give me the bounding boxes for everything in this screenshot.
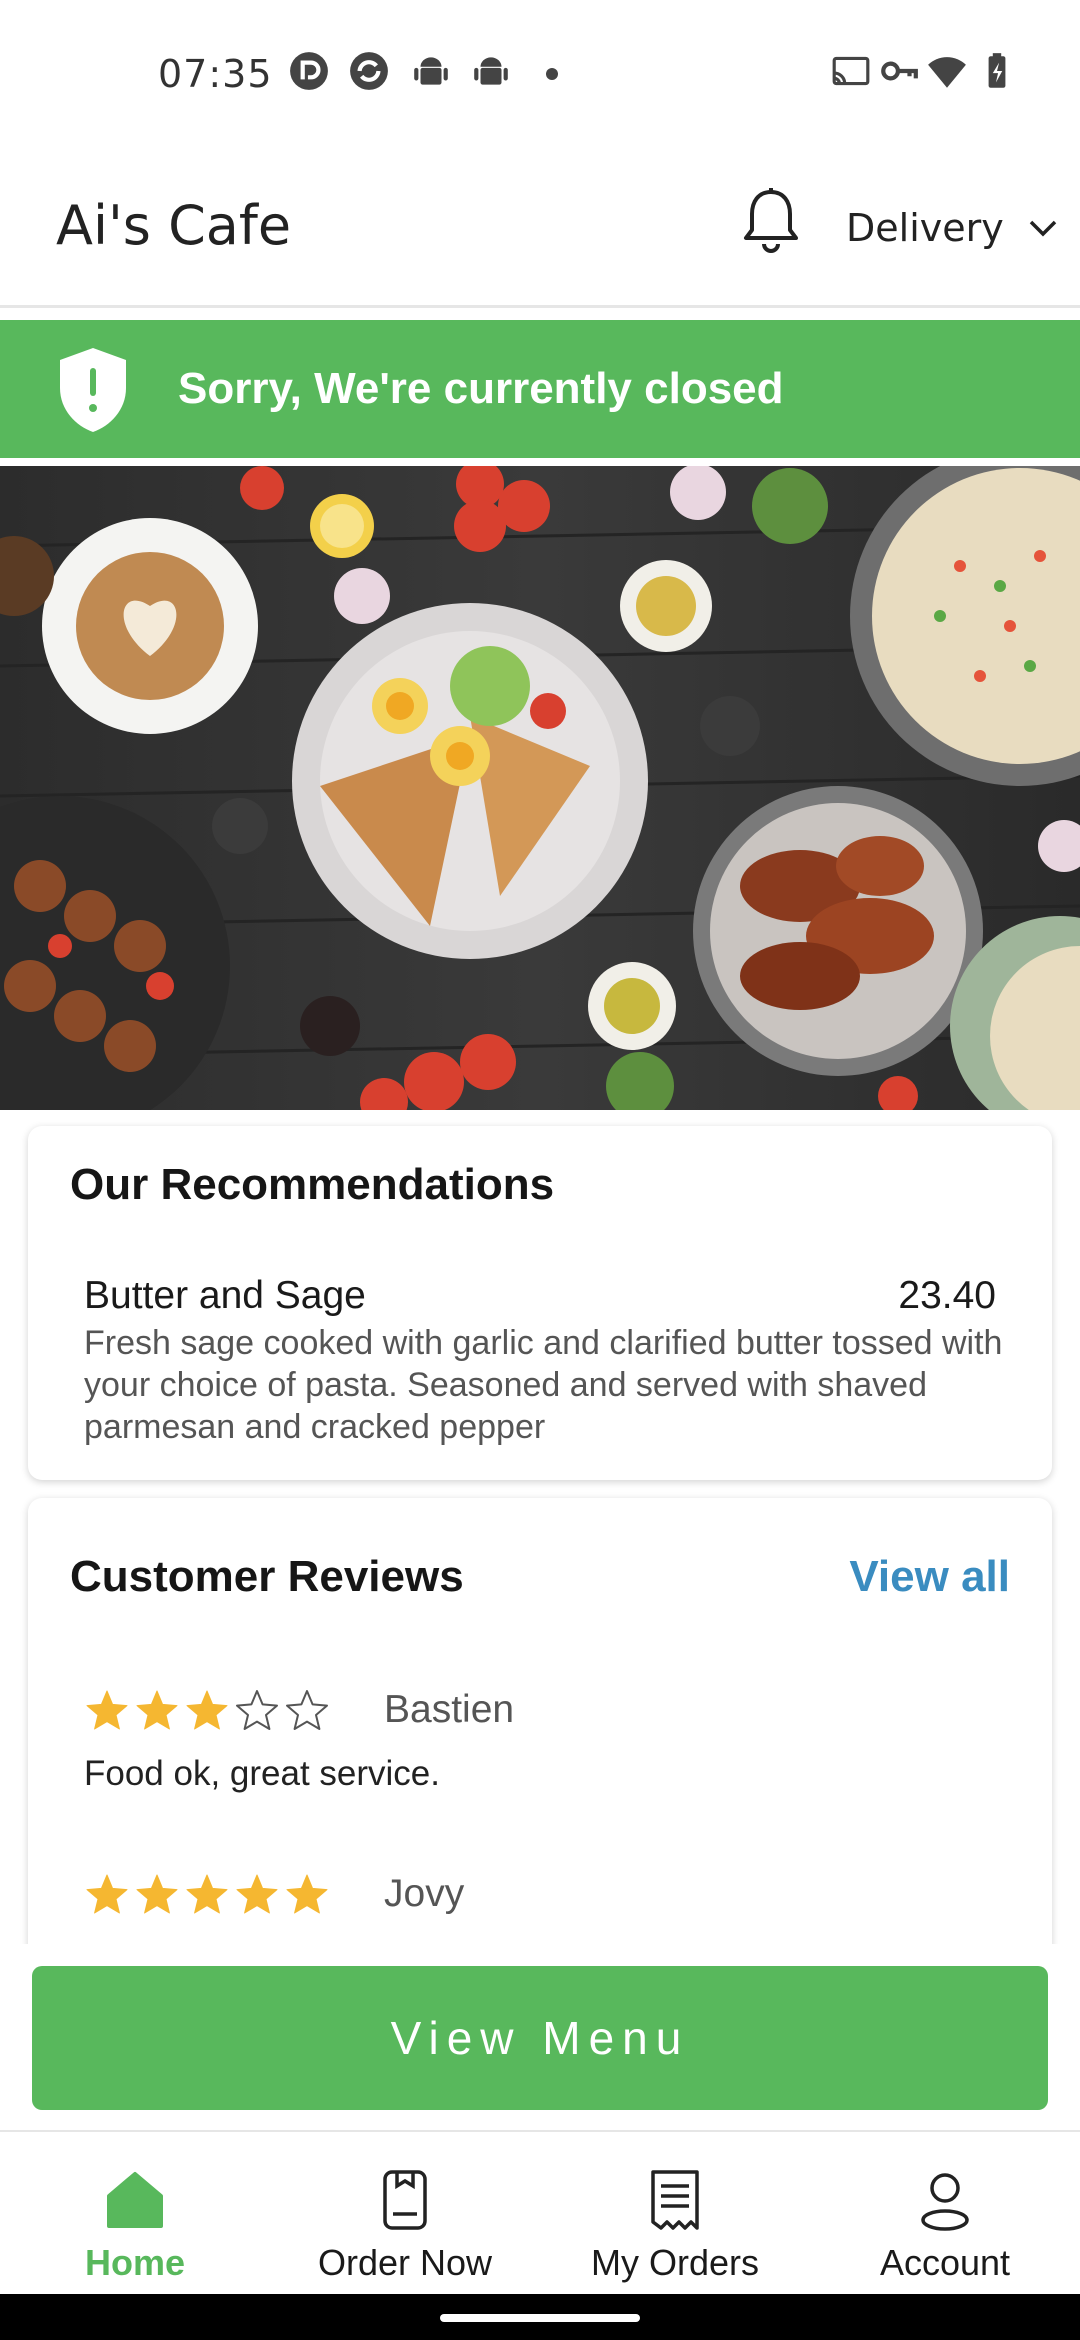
review-item: Jovy <box>84 1872 464 1918</box>
star-filled-icon <box>186 1690 228 1730</box>
nav-my-orders[interactable]: My Orders <box>540 2132 810 2294</box>
status-time: 07:35 <box>158 52 273 96</box>
notification-dot <box>546 68 558 80</box>
star-filled-icon <box>186 1874 228 1914</box>
order-now-icon <box>383 2170 427 2230</box>
star-empty-icon <box>236 1690 278 1730</box>
nav-label: My Orders <box>590 2242 759 2283</box>
wifi-icon <box>928 57 966 88</box>
status-bar: 07:35 <box>0 0 1080 150</box>
star-filled-icon <box>86 1874 128 1914</box>
pocketcasts-icon <box>290 52 328 90</box>
app-header: Ai's Cafe Delivery <box>0 150 1080 308</box>
view-menu-bar: View Menu <box>0 1944 1080 2130</box>
nav-order-now[interactable]: Order Now <box>270 2132 540 2294</box>
receipt-icon <box>651 2170 699 2230</box>
vpn-key-icon <box>881 61 918 81</box>
star-rating <box>84 1872 330 1918</box>
star-rating <box>84 1688 330 1734</box>
reviews-card: Customer Reviews View all Bastien Food o… <box>28 1498 1052 1998</box>
nav-label: Account <box>879 2242 1011 2283</box>
nav-home[interactable]: Home <box>0 2132 270 2294</box>
view-menu-button[interactable]: View Menu <box>32 1966 1048 2110</box>
item-description: Fresh sage cooked with garlic and clarif… <box>84 1324 1003 1446</box>
nav-label: Order Now <box>317 2242 493 2283</box>
gesture-bar <box>0 2294 1080 2340</box>
battery-charging-icon <box>988 53 1006 88</box>
reviewer-name: Jovy <box>384 1872 465 1915</box>
reviews-title: Customer Reviews <box>70 1552 464 1601</box>
chevron-down-icon <box>1029 220 1056 237</box>
home-icon <box>107 2172 163 2228</box>
hero-food-image <box>0 466 1080 1110</box>
delivery-label: Delivery <box>846 206 1004 250</box>
star-empty-icon <box>286 1690 328 1730</box>
nav-label: Home <box>84 2242 186 2283</box>
gesture-handle[interactable] <box>440 2314 640 2322</box>
cast-icon <box>832 56 870 86</box>
app-title: Ai's Cafe <box>56 194 292 257</box>
star-filled-icon <box>286 1874 328 1914</box>
closed-message: Sorry, We're currently closed <box>178 364 784 413</box>
recommendations-card: Our Recommendations Butter and Sage 23.4… <box>28 1126 1052 1480</box>
star-filled-icon <box>86 1690 128 1730</box>
star-filled-icon <box>136 1690 178 1730</box>
item-price: 23.40 <box>898 1274 996 1317</box>
delivery-selector[interactable]: Delivery <box>846 206 1058 250</box>
bell-icon[interactable] <box>740 186 802 258</box>
android-icon <box>414 57 448 85</box>
account-icon <box>921 2173 969 2231</box>
item-name: Butter and Sage <box>84 1274 366 1317</box>
recommendations-title: Our Recommendations <box>70 1160 555 1209</box>
closed-banner: Sorry, We're currently closed <box>0 320 1080 458</box>
star-filled-icon <box>136 1874 178 1914</box>
review-item: Bastien Food ok, great service. <box>84 1688 514 1793</box>
nav-account[interactable]: Account <box>810 2132 1080 2294</box>
view-all-link[interactable]: View all <box>849 1552 1010 1602</box>
review-text: Food ok, great service. <box>84 1754 440 1793</box>
shield-alert-icon <box>60 348 126 432</box>
android-icon <box>474 57 508 85</box>
bottom-nav: Home Order Now My Orders Account <box>0 2130 1080 2294</box>
sync-icon <box>350 52 388 90</box>
star-filled-icon <box>236 1874 278 1914</box>
reviewer-name: Bastien <box>384 1688 515 1731</box>
